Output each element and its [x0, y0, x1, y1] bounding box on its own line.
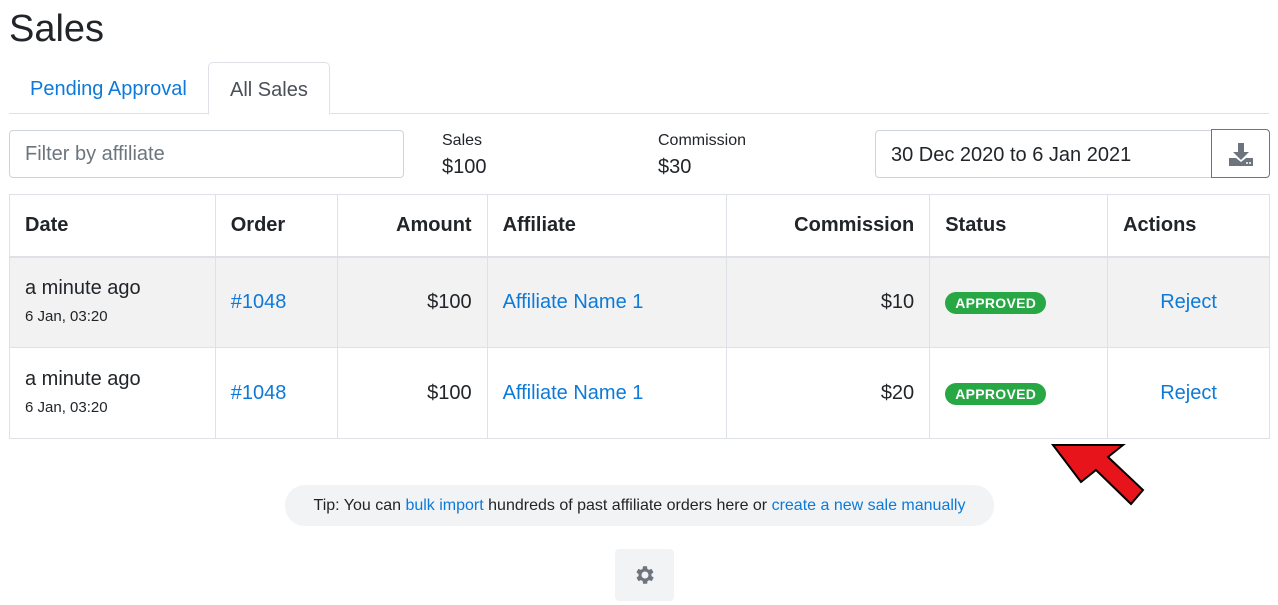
reject-button[interactable]: Reject [1160, 382, 1217, 404]
order-link[interactable]: #1048 [231, 382, 287, 404]
tip-banner: Tip: You can bulk import hundreds of pas… [285, 485, 994, 526]
reject-button[interactable]: Reject [1160, 291, 1217, 313]
actions-cell: Reject [1107, 347, 1270, 439]
amount-cell: $100 [336, 256, 488, 348]
date-cell: a minute ago 6 Jan, 03:20 [9, 256, 216, 348]
column-header-date[interactable]: Date [9, 194, 216, 258]
download-button[interactable] [1211, 129, 1270, 178]
affiliate-link[interactable]: Affiliate Name 1 [503, 382, 644, 404]
relative-time: a minute ago [25, 368, 141, 390]
create-sale-link[interactable]: create a new sale manually [772, 497, 966, 514]
tab-all-sales[interactable]: All Sales [208, 62, 330, 115]
commission-total-stat: Commission $30 [658, 132, 746, 179]
status-badge: APPROVED [945, 382, 1047, 405]
column-header-status[interactable]: Status [929, 194, 1109, 258]
order-link[interactable]: #1048 [231, 291, 287, 313]
tab-pending-approval[interactable]: Pending Approval [9, 62, 208, 114]
timestamp: 6 Jan, 03:20 [25, 308, 108, 326]
table-header-row: Date Order Amount Affiliate Commission S… [9, 194, 1270, 258]
affiliate-link[interactable]: Affiliate Name 1 [503, 291, 644, 313]
date-cell: a minute ago 6 Jan, 03:20 [9, 347, 216, 439]
tip-text: Tip: You can [313, 497, 406, 514]
sales-total-stat: Sales $100 [442, 132, 487, 179]
status-cell: APPROVED [929, 256, 1109, 348]
affiliate-filter-input[interactable] [9, 130, 404, 178]
amount-cell: $100 [336, 347, 488, 439]
tip-text: hundreds of past affiliate orders here o… [483, 497, 772, 514]
commission-stat-value: $30 [658, 156, 692, 178]
table-row: a minute ago 6 Jan, 03:20 #1048 $100 Aff… [9, 256, 1270, 348]
download-icon [1228, 142, 1253, 166]
column-header-affiliate[interactable]: Affiliate [486, 194, 728, 258]
affiliate-cell: Affiliate Name 1 [486, 256, 728, 348]
column-header-order[interactable]: Order [214, 194, 338, 258]
page-title: Sales [9, 8, 105, 50]
commission-stat-label: Commission [658, 132, 747, 149]
bulk-import-link[interactable]: bulk import [405, 497, 483, 514]
date-range-picker[interactable]: 30 Dec 2020 to 6 Jan 2021 [875, 130, 1213, 178]
tab-bar: Pending Approval All Sales [9, 62, 1269, 115]
status-badge: APPROVED [945, 291, 1047, 314]
column-header-amount[interactable]: Amount [336, 194, 488, 258]
sales-table: Date Order Amount Affiliate Commission S… [9, 194, 1270, 439]
column-header-commission[interactable]: Commission [726, 194, 931, 258]
status-cell: APPROVED [929, 347, 1109, 439]
commission-cell: $20 [726, 347, 931, 439]
timestamp: 6 Jan, 03:20 [25, 399, 108, 416]
sales-stat-label: Sales [442, 132, 483, 149]
column-header-actions: Actions [1107, 194, 1270, 258]
gear-icon [635, 566, 654, 584]
table-row: a minute ago 6 Jan, 03:20 #1048 $100 Aff… [9, 347, 1270, 439]
actions-cell: Reject [1107, 256, 1270, 348]
sales-stat-value: $100 [442, 156, 487, 178]
affiliate-cell: Affiliate Name 1 [486, 347, 728, 439]
relative-time: a minute ago [25, 277, 141, 300]
settings-button[interactable] [615, 549, 674, 601]
annotation-arrow-icon [1050, 444, 1145, 506]
commission-cell: $10 [726, 256, 931, 348]
order-cell: #1048 [214, 256, 338, 348]
order-cell: #1048 [214, 347, 338, 439]
